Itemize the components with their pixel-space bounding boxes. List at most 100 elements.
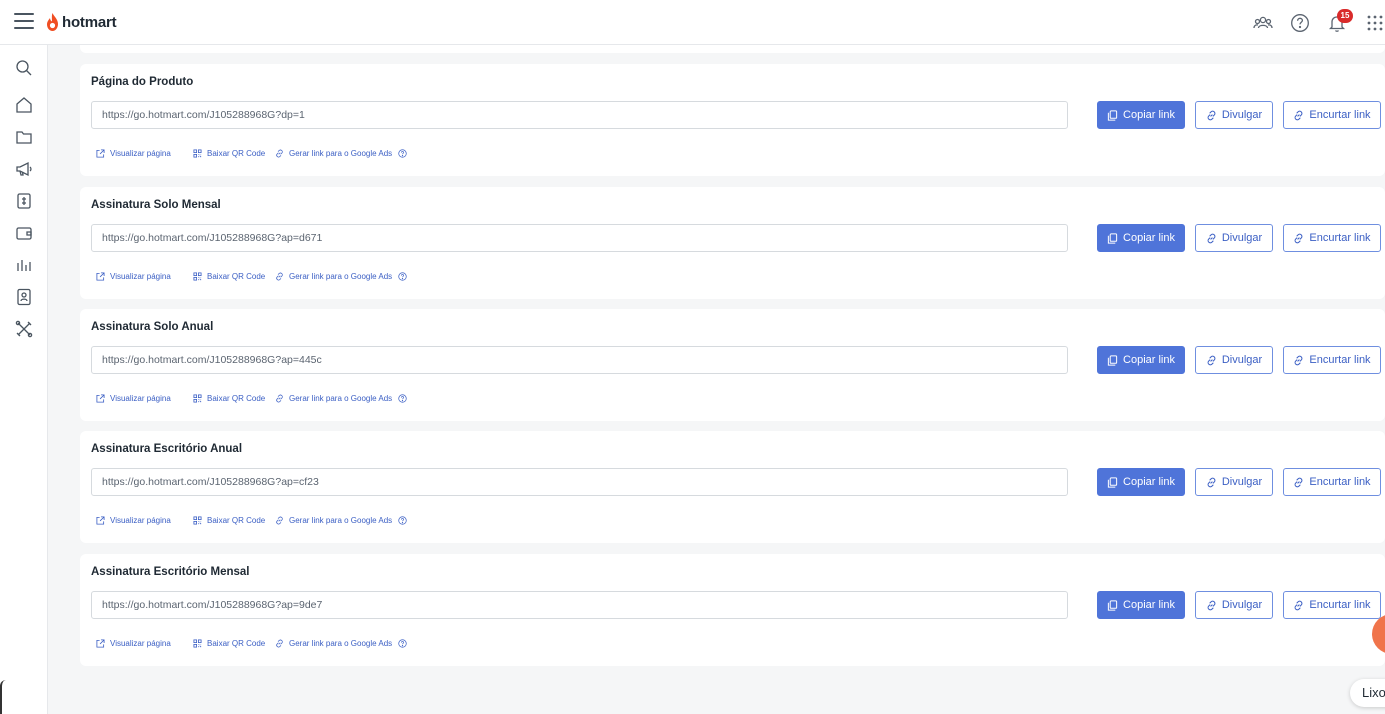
download-qr-label: Baixar QR Code — [207, 393, 266, 403]
floating-pill[interactable]: Lixo — [1350, 679, 1385, 707]
shorten-link-button[interactable]: Encurtar link — [1283, 468, 1381, 496]
help-icon[interactable] — [398, 393, 407, 403]
link-icon — [276, 516, 283, 524]
link-icon — [1294, 110, 1303, 120]
link-card: Assinatura Escritório Mensal Copiar link… — [80, 554, 1385, 666]
qr-code-icon — [193, 271, 202, 281]
shorten-link-label: Encurtar link — [1309, 599, 1371, 611]
link-card: Assinatura Solo Mensal Copiar link Divul… — [80, 187, 1385, 299]
qr-code-icon — [193, 515, 202, 525]
shorten-link-button[interactable]: Encurtar link — [1283, 101, 1381, 129]
copy-link-button[interactable]: Copiar link — [1097, 224, 1185, 252]
search-icon[interactable] — [14, 58, 34, 78]
google-ads-link[interactable]: Gerar link para o Google Ads — [275, 639, 412, 648]
view-page-label: Visualizar página — [110, 148, 171, 158]
help-icon[interactable] — [398, 271, 407, 281]
url-field[interactable] — [91, 346, 1068, 374]
share-button[interactable]: Divulgar — [1195, 101, 1273, 129]
share-button[interactable]: Divulgar — [1195, 591, 1273, 619]
help-icon[interactable] — [1290, 13, 1310, 33]
link-icon — [1294, 477, 1303, 487]
google-ads-label: Gerar link para o Google Ads — [289, 393, 393, 403]
download-qr-link[interactable]: Baixar QR Code — [193, 516, 275, 525]
link-icon — [1207, 600, 1216, 610]
link-icon — [1294, 233, 1303, 243]
google-ads-link[interactable]: Gerar link para o Google Ads — [275, 149, 412, 158]
external-link-icon — [96, 148, 105, 158]
shorten-link-label: Encurtar link — [1309, 109, 1371, 121]
google-ads-link[interactable]: Gerar link para o Google Ads — [275, 272, 412, 281]
url-field[interactable] — [91, 591, 1068, 619]
megaphone-icon[interactable] — [14, 159, 34, 179]
copy-icon — [1107, 476, 1118, 488]
view-page-link[interactable]: Visualizar página — [96, 149, 193, 158]
card-title: Página do Produto — [91, 76, 194, 88]
wallet-icon[interactable] — [14, 223, 34, 243]
share-button[interactable]: Divulgar — [1195, 346, 1273, 374]
external-link-icon — [96, 271, 105, 281]
url-field[interactable] — [91, 468, 1068, 496]
share-label: Divulgar — [1221, 354, 1263, 366]
share-label: Divulgar — [1221, 109, 1263, 121]
view-page-link[interactable]: Visualizar página — [96, 639, 193, 648]
download-qr-link[interactable]: Baixar QR Code — [193, 639, 275, 648]
contact-book-icon[interactable] — [14, 287, 34, 307]
copy-link-button[interactable]: Copiar link — [1097, 101, 1185, 129]
download-qr-link[interactable]: Baixar QR Code — [193, 394, 275, 403]
users-icon[interactable] — [1253, 13, 1273, 33]
view-page-link[interactable]: Visualizar página — [96, 272, 193, 281]
shorten-link-label: Encurtar link — [1309, 354, 1371, 366]
window-corner — [0, 680, 6, 714]
copy-icon — [1107, 354, 1118, 366]
view-page-link[interactable]: Visualizar página — [96, 516, 193, 525]
flame-icon — [47, 13, 58, 31]
apps-grid-icon[interactable] — [1365, 13, 1385, 33]
shorten-link-button[interactable]: Encurtar link — [1283, 591, 1381, 619]
share-button[interactable]: Divulgar — [1195, 224, 1273, 252]
share-button[interactable]: Divulgar — [1195, 468, 1273, 496]
google-ads-link[interactable]: Gerar link para o Google Ads — [275, 516, 412, 525]
folder-icon[interactable] — [14, 127, 34, 147]
view-page-label: Visualizar página — [110, 515, 171, 525]
copy-link-label: Copiar link — [1123, 599, 1175, 611]
hotmart-logo[interactable]: hotmart — [46, 11, 117, 33]
qr-code-icon — [193, 638, 202, 648]
shorten-link-button[interactable]: Encurtar link — [1283, 224, 1381, 252]
notification-badge: 15 — [1337, 9, 1353, 23]
qr-code-icon — [193, 148, 202, 158]
view-page-label: Visualizar página — [110, 393, 171, 403]
card-title: Assinatura Solo Mensal — [91, 199, 221, 211]
help-icon[interactable] — [398, 638, 407, 648]
shorten-link-button[interactable]: Encurtar link — [1283, 346, 1381, 374]
exchange-icon[interactable] — [14, 191, 34, 211]
download-qr-link[interactable]: Baixar QR Code — [193, 272, 275, 281]
copy-icon — [1107, 232, 1118, 244]
tools-icon[interactable] — [14, 319, 34, 339]
copy-link-button[interactable]: Copiar link — [1097, 346, 1185, 374]
download-qr-label: Baixar QR Code — [207, 148, 266, 158]
view-page-link[interactable]: Visualizar página — [96, 394, 193, 403]
home-icon[interactable] — [14, 95, 34, 115]
url-field[interactable] — [91, 224, 1068, 252]
link-icon — [276, 394, 283, 402]
card-links: Visualizar página Baixar QR Code Gerar l… — [96, 270, 412, 282]
link-icon — [1207, 233, 1216, 243]
external-link-icon — [96, 393, 105, 403]
shorten-link-label: Encurtar link — [1309, 232, 1371, 244]
help-icon[interactable] — [398, 515, 407, 525]
url-field[interactable] — [91, 101, 1068, 129]
link-card: Página do Produto Copiar link Divulgar E… — [80, 64, 1385, 176]
view-page-label: Visualizar página — [110, 271, 171, 281]
download-qr-link[interactable]: Baixar QR Code — [193, 149, 275, 158]
copy-link-button[interactable]: Copiar link — [1097, 468, 1185, 496]
google-ads-label: Gerar link para o Google Ads — [289, 271, 393, 281]
link-icon — [276, 272, 283, 280]
link-icon — [1294, 600, 1303, 610]
download-qr-label: Baixar QR Code — [207, 271, 266, 281]
help-icon[interactable] — [398, 148, 407, 158]
bar-chart-icon[interactable] — [14, 255, 34, 275]
copy-link-button[interactable]: Copiar link — [1097, 591, 1185, 619]
copy-link-label: Copiar link — [1123, 109, 1175, 121]
menu-icon[interactable] — [14, 13, 34, 31]
google-ads-link[interactable]: Gerar link para o Google Ads — [275, 394, 412, 403]
